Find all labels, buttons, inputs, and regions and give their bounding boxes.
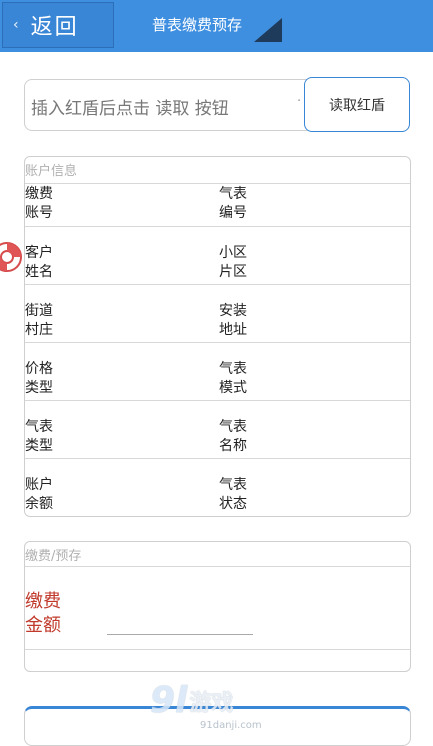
- info-row: 账户 余额 气表 状态: [25, 458, 410, 512]
- info-row: 街道 村庄 安装 地址: [25, 284, 410, 338]
- payment-title: 缴费/预存: [25, 549, 82, 564]
- hint-dot: ·: [297, 94, 302, 109]
- info-row: 气表 类型 气表 名称: [25, 400, 410, 454]
- info-row: 价格 类型 气表 模式: [25, 342, 410, 396]
- hint-text: 插入红盾后点击 读取 按钮: [31, 99, 229, 119]
- page-title: 普表缴费预存: [152, 16, 243, 34]
- watermark-url: 91danji.com: [200, 720, 262, 731]
- info-row: 客户 姓名 小区 片区: [25, 226, 410, 280]
- payment-amount-input[interactable]: [107, 634, 253, 635]
- lifebuoy-icon[interactable]: [0, 238, 24, 276]
- label-pay-account: 缴费 账号: [25, 186, 53, 221]
- chevron-left-icon: ‹: [13, 17, 19, 33]
- label-install-address: 安装 地址: [219, 303, 247, 338]
- label-meter-type: 气表 类型: [25, 419, 53, 454]
- label-balance: 账户 余额: [25, 477, 53, 512]
- menu-corner-icon[interactable]: [254, 18, 282, 42]
- back-label: 返回: [30, 15, 79, 40]
- back-button[interactable]: ‹ 返回: [2, 2, 114, 48]
- account-info-panel: 账户信息 缴费 账号 气表 编号 客户 姓名 小区 片区 街道 村庄 安装 地址 价格 类型 …: [24, 156, 411, 517]
- payment-divider: [25, 649, 410, 650]
- label-street: 街道 村庄: [25, 303, 53, 338]
- label-price-type: 价格 类型: [25, 361, 53, 396]
- top-bar: ‹ 返回 普表缴费预存: [0, 0, 433, 52]
- payment-panel: 缴费/预存 缴费 金额: [24, 541, 411, 672]
- account-info-title: 账户信息: [25, 164, 78, 179]
- label-meter-number: 气表 编号: [219, 186, 247, 221]
- label-meter-status: 气表 状态: [219, 477, 247, 512]
- label-customer-name: 客户 姓名: [25, 245, 53, 280]
- payment-amount-label: 缴费 金额: [25, 591, 61, 636]
- watermark-text: 游戏: [189, 690, 234, 716]
- watermark-logo: 9l: [150, 680, 188, 721]
- read-card-button[interactable]: 读取红盾: [304, 77, 410, 132]
- payment-divider: [25, 566, 410, 567]
- watermark: 9l 游戏: [150, 680, 233, 721]
- label-meter-name: 气表 名称: [219, 419, 247, 454]
- label-meter-mode: 气表 模式: [219, 361, 247, 396]
- info-row: 缴费 账号 气表 编号: [25, 183, 410, 221]
- label-district: 小区 片区: [219, 245, 247, 280]
